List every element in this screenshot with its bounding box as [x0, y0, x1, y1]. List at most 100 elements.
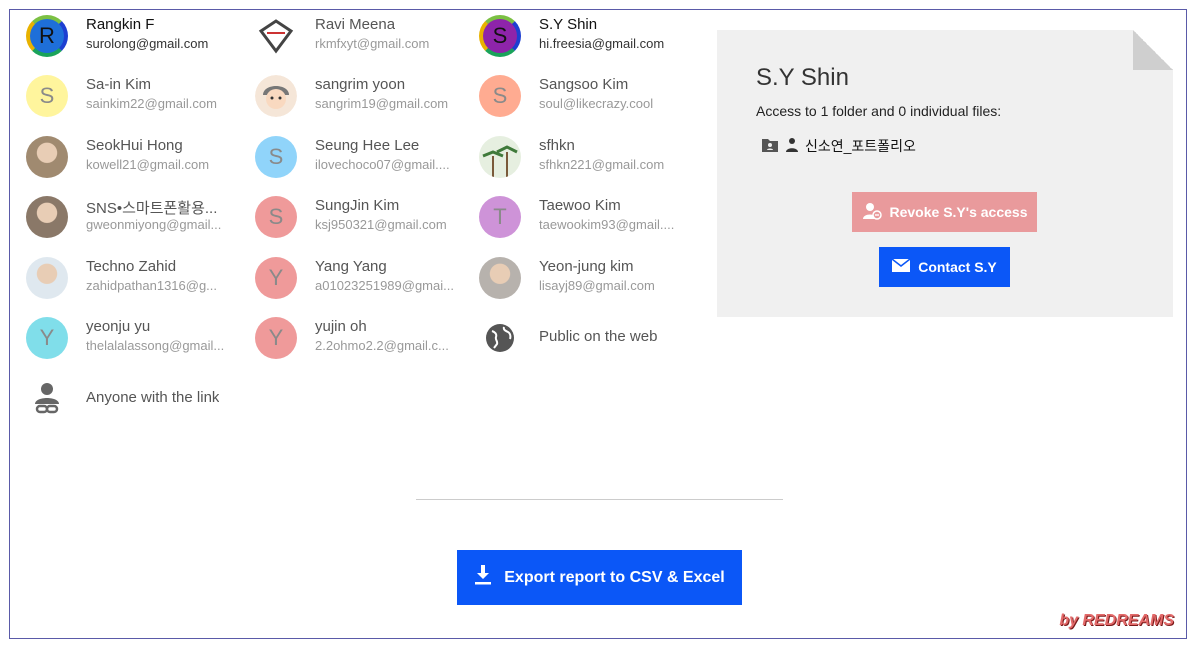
person-item[interactable]: S Seung Hee Lee ilovechoco07@gmail.... — [243, 131, 458, 191]
person-item[interactable]: S SungJin Kim ksj950321@gmail.com — [243, 191, 458, 251]
access-summary: Access to 1 folder and 0 individual file… — [756, 103, 1002, 119]
person-item[interactable]: Techno Zahid zahidpathan1316@g... — [14, 252, 229, 312]
person-item[interactable]: Yyeonju yu thelalalassong@gmail... — [14, 312, 229, 372]
remove-user-icon — [862, 202, 882, 223]
person-email: kowell21@gmail.com — [86, 157, 210, 172]
person-item[interactable]: T Taewoo Kim taewookim93@gmail.... — [467, 191, 682, 251]
person-email: soul@likecrazy.cool — [539, 96, 654, 111]
person-name: Yang Yang — [315, 258, 387, 275]
app-frame: R Rangkin F surolong@gmail.com Ravi Meena rk… — [9, 9, 1187, 639]
person-email: lisayj89@gmail.com — [539, 278, 655, 293]
folder-icon — [761, 137, 779, 156]
palm-photo-icon — [479, 136, 521, 178]
person-name: Yeon-jung kim — [539, 258, 634, 275]
person-item[interactable]: sangrim yoon sangrim19@gmail.com — [243, 70, 458, 130]
person-item[interactable]: Yeon-jung kim lisayj89@gmail.com — [467, 252, 682, 312]
person-name: Sa-in Kim — [86, 76, 152, 93]
person-email: surolong@gmail.com — [86, 36, 209, 51]
person-item[interactable]: Anyone with the link — [14, 373, 229, 433]
person-email: ilovechoco07@gmail.... — [315, 157, 450, 172]
person-name: Ravi Meena — [315, 16, 396, 33]
people-grid: R Rangkin F surolong@gmail.com Ravi Meena rk… — [10, 10, 710, 430]
person-email: 2.2ohmo2.2@gmail.c... — [315, 338, 449, 353]
avatar: S — [479, 75, 521, 117]
mail-icon — [891, 258, 911, 275]
photo-avatar-icon — [26, 257, 68, 299]
person-item[interactable]: S Sa-in Kim sainkim22@gmail.com — [14, 70, 229, 130]
person-name: sfhkn — [539, 137, 575, 154]
watermark: by REDREAMS — [1059, 612, 1174, 629]
shared-person-icon — [785, 137, 799, 156]
person-email: gweonmiyong@gmail... — [86, 217, 222, 232]
person-item[interactable]: Public on the web — [467, 312, 682, 372]
person-name: Techno Zahid — [86, 258, 177, 275]
avatar-initial: S — [268, 144, 284, 169]
revoke-access-label: Revoke S.Y's access — [889, 204, 1028, 220]
person-item[interactable]: Y Yang Yang a01023251989@gmai... — [243, 252, 458, 312]
detail-panel: S.Y Shin Access to 1 folder and 0 indivi… — [717, 30, 1173, 317]
person-item[interactable]: S Sangsoo Kim soul@likecrazy.cool — [467, 70, 682, 130]
avatar: S — [255, 196, 297, 238]
person-link-icon — [26, 378, 68, 420]
export-report-label: Export report to CSV & Excel — [504, 568, 725, 586]
person-name: Seung Hee Lee — [315, 137, 420, 154]
globe-icon — [479, 317, 521, 359]
section-divider — [416, 499, 783, 500]
avatar: Y — [255, 257, 297, 299]
person-email: zahidpathan1316@g... — [86, 278, 218, 293]
photo-avatar-icon — [26, 196, 68, 238]
avatar-initial: S — [492, 23, 508, 48]
revoke-access-button[interactable]: Revoke S.Y's access — [852, 192, 1037, 232]
photo-avatar-icon — [479, 257, 521, 299]
avatar: Y — [255, 317, 297, 359]
avatar: T — [479, 196, 521, 238]
panel-title: S.Y Shin — [756, 64, 849, 91]
person-email: hi.freesia@gmail.com — [539, 36, 665, 51]
avatar-initial: S — [39, 83, 55, 108]
person-email: sfhkn221@gmail.com — [539, 157, 665, 172]
person-item[interactable]: Yyujin oh 2.2ohmo2.2@gmail.c... — [243, 312, 458, 372]
person-email: sangrim19@gmail.com — [315, 96, 449, 111]
person-name: Sangsoo Kim — [539, 76, 629, 93]
person-name: SeokHui Hong — [86, 137, 183, 154]
person-name: S.Y Shin — [539, 16, 598, 33]
person-item[interactable]: R Rangkin F surolong@gmail.com — [14, 10, 229, 70]
person-item[interactable]: S S.Y Shin hi.freesia@gmail.com — [467, 10, 682, 70]
avatar-initial: Y — [39, 325, 55, 350]
person-name: Public on the web — [539, 328, 658, 345]
shared-folder-item[interactable]: 신소연_포트폴리오 — [761, 136, 916, 156]
person-name: sangrim yoon — [315, 76, 406, 93]
avatar-initial: R — [39, 23, 55, 48]
person-name: SungJin Kim — [315, 197, 400, 214]
avatar-initial: Y — [268, 325, 284, 350]
cartoon-avatar-icon — [255, 75, 297, 117]
avatar: S — [26, 75, 68, 117]
person-item[interactable]: SeokHui Hong kowell21@gmail.com — [14, 131, 229, 191]
person-email: sainkim22@gmail.com — [86, 96, 217, 111]
person-name: yujin oh — [315, 318, 367, 335]
person-name: yeonju yu — [86, 318, 151, 335]
person-name: Taewoo Kim — [539, 197, 621, 214]
person-email: rkmfxyt@gmail.com — [315, 36, 430, 51]
contact-button[interactable]: Contact S.Y — [879, 247, 1010, 287]
person-name: SNS•스마트폰활용... — [86, 200, 218, 217]
avatar: S — [255, 136, 297, 178]
page-fold-corner — [1133, 30, 1173, 70]
avatar-initial: S — [268, 204, 284, 229]
avatar: S — [479, 15, 521, 57]
folder-name: 신소연_포트폴리오 — [805, 138, 916, 154]
person-email: taewookim93@gmail.... — [539, 217, 675, 232]
person-item[interactable]: Ravi Meena rkmfxyt@gmail.com — [243, 10, 458, 70]
export-report-button[interactable]: Export report to CSV & Excel — [457, 550, 742, 605]
person-email: ksj950321@gmail.com — [315, 217, 447, 232]
photo-avatar-icon — [26, 136, 68, 178]
person-name: Anyone with the link — [86, 389, 220, 406]
ravi-logo-icon — [255, 15, 297, 57]
avatar-initial: T — [493, 204, 507, 229]
avatar-initial: Y — [268, 265, 284, 290]
person-email: a01023251989@gmai... — [315, 278, 454, 293]
person-name: Rangkin F — [86, 16, 155, 33]
person-item[interactable]: SNS•스마트폰활용... gweonmiyong@gmail... — [14, 191, 229, 251]
person-item[interactable]: sfhkn sfhkn221@gmail.com — [467, 131, 682, 191]
avatar: Y — [26, 317, 68, 359]
